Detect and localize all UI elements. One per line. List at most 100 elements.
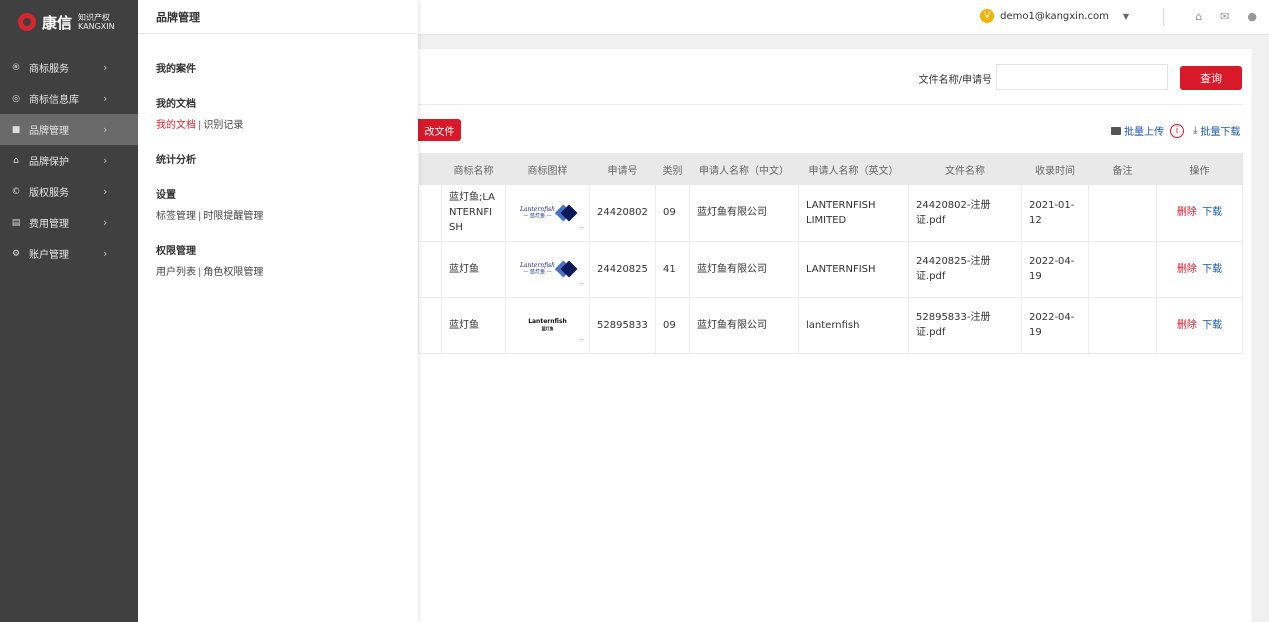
column-header-date: 收录时间 [1021,153,1089,185]
sidebar-item-account-management[interactable]: ⚙ 账户管理 › [0,238,138,269]
cell-trademark-image[interactable]: Lanternfish — 蓝灯鱼 — .. [505,241,590,298]
download-icon: ⤓ [1193,125,1198,136]
top-bar: V demo1@kangxin.com ▼ ⌂ ✉ ● [418,0,1269,35]
logo-wordmark: Lanternfish [519,205,556,213]
delete-link[interactable]: 删除 [1177,320,1197,331]
search-label: 文件名称/申请号 [918,75,992,86]
link-separator: | [198,120,202,131]
menu-link-tag-management[interactable]: 标签管理 [156,211,196,222]
section-head-my-documents: 我的文档 [156,99,196,110]
more-dots: .. [578,220,584,230]
cell-trademark-name: 蓝灯鱼 [441,297,506,354]
sidebar-item-fee-management[interactable]: ▤ 费用管理 › [0,207,138,238]
cell-application-no: 52895833 [589,297,656,354]
section-links: 我的文档 | 识别记录 [156,116,418,131]
search-input[interactable] [996,64,1168,90]
download-link[interactable]: 下载 [1202,264,1222,275]
chevron-right-icon: › [103,247,108,260]
table-row: 蓝灯鱼 Lanternfish — 蓝灯鱼 — .. 24420825 41 蓝… [418,241,1243,298]
section-head-permissions: 权限管理 [156,246,196,257]
section-links: 用户列表 | 角色权限管理 [156,263,418,278]
menu-link-user-list[interactable]: 用户列表 [156,267,196,278]
cell-file-name: 24420802-注册证.pdf [908,185,1022,242]
cell-note [1088,297,1157,354]
gear-icon: ⚙ [11,248,21,259]
column-header-file-name: 文件名称 [908,153,1022,185]
more-dots: .. [578,333,584,342]
main-nav: ® 商标服务 › ◎ 商标信息库 › ■ 品牌管理 › ⌂ 品牌保护 › © 版… [0,52,138,269]
sidebar-item-trademark-service[interactable]: ® 商标服务 › [0,52,138,83]
info-icon[interactable]: i [1170,123,1184,138]
sidebar-item-trademark-database[interactable]: ◎ 商标信息库 › [0,83,138,114]
cell-application-no: 24420825 [589,241,656,298]
cell-trademark-image[interactable]: Lanternfish — 蓝灯鱼 — .. [505,185,590,242]
upload-file-button[interactable]: 改文件 [418,119,461,141]
column-header-applicant-cn: 申请人名称（中文） [689,153,799,185]
cell-applicant-cn: 蓝灯鱼有限公司 [689,241,799,298]
cell-actions: 删除 下载 [1156,297,1243,354]
cell-applicant-cn: 蓝灯鱼有限公司 [689,185,799,242]
cell-actions: 删除 下载 [1156,185,1243,242]
menu-link-recognition-records[interactable]: 识别记录 [203,120,243,131]
flyout-title: 品牌管理 [138,0,416,34]
flyout-section-my-documents: 我的文档 我的文档 | 识别记录 [138,95,418,131]
download-link[interactable]: 下载 [1202,207,1222,218]
brand-logo[interactable]: 康信 知识产权 KANGXIN [0,0,138,44]
home-icon[interactable]: ⌂ [1195,10,1202,23]
caret-down-icon: ▼ [1122,11,1129,21]
row-checkbox-cell [418,241,442,298]
menu-link-statistics[interactable]: 统计分析 [156,151,418,166]
chevron-right-icon: › [103,216,108,229]
shield-icon: ⌂ [13,155,19,166]
chevron-right-icon: › [103,154,108,167]
sidebar-item-label: 商标服务 [29,64,69,75]
sidebar-item-copyright-service[interactable]: © 版权服务 › [0,176,138,207]
sidebar-item-label: 品牌保护 [29,157,69,168]
cell-trademark-name: 蓝灯鱼 [441,241,506,298]
database-icon: ◎ [12,93,20,104]
query-button[interactable]: 查询 [1180,66,1242,90]
cell-note [1088,241,1157,298]
sidebar-item-brand-management[interactable]: ■ 品牌管理 › [0,114,138,145]
flyout-section-settings: 设置 标签管理 | 时限提醒管理 [138,186,418,222]
batch-upload-link[interactable]: 批量上传 i [1111,123,1184,138]
delete-link[interactable]: 删除 [1177,207,1197,218]
brand-sub-en: KANGXIN [78,22,115,31]
cell-application-no: 24420802 [589,185,656,242]
column-header-trademark-image: 商标图样 [505,153,590,185]
user-email: demo1@kangxin.com [1000,10,1109,22]
cell-class: 09 [655,185,690,242]
delete-link[interactable]: 删除 [1177,264,1197,275]
logo-subtext: — 蓝灯鱼 — [523,212,552,219]
cell-file-name: 52895833-注册证.pdf [908,297,1022,354]
sidebar-item-brand-protection[interactable]: ⌂ 品牌保护 › [0,145,138,176]
download-link[interactable]: 下载 [1202,320,1222,331]
cell-class: 41 [655,241,690,298]
document-list-card: 文件名称/申请号 查询 改文件 批量上传 i ⤓ 批量下载 商标名称 商标图样 … [418,49,1252,622]
batch-download-link[interactable]: ⤓ 批量下载 [1193,123,1240,138]
cell-trademark-image[interactable]: Lanternfish 蓝灯鱼 .. [505,297,590,354]
menu-link-my-cases[interactable]: 我的案件 [156,60,418,75]
cell-note [1088,185,1157,242]
brand-subtitle: 知识产权 KANGXIN [78,13,115,31]
cell-applicant-cn: 蓝灯鱼有限公司 [689,297,799,354]
mail-icon[interactable]: ✉ [1220,10,1229,23]
menu-link-my-documents[interactable]: 我的文档 [156,120,196,131]
logo-diamond-shape [560,260,578,278]
flyout-section-my-cases: 我的案件 [138,60,418,75]
help-icon[interactable]: ● [1247,10,1257,23]
menu-link-deadline-reminder[interactable]: 时限提醒管理 [203,211,263,222]
documents-table: 商标名称 商标图样 申请号 类别 申请人名称（中文） 申请人名称（英文） 文件名… [418,153,1243,354]
user-menu[interactable]: V demo1@kangxin.com ▼ [980,9,1129,23]
cell-applicant-en: lanternfish [798,297,909,354]
column-header-actions: 操作 [1156,153,1243,185]
cell-date: 2022-04-19 [1021,241,1089,298]
menu-link-role-permissions[interactable]: 角色权限管理 [203,267,263,278]
brand-management-flyout: 品牌管理 我的案件 我的文档 我的文档 | 识别记录 统计分析 设置 标签管理 | 时限… [138,0,418,622]
trademark-logo-image: Lanternfish 蓝灯鱼 .. [513,305,584,345]
chevron-right-icon: › [103,61,108,74]
cell-actions: 删除 下载 [1156,241,1243,298]
ledger-icon: ▤ [11,217,21,228]
column-header-trademark-name: 商标名称 [441,153,506,185]
logo-wordmark: Lanternfish [528,318,567,325]
